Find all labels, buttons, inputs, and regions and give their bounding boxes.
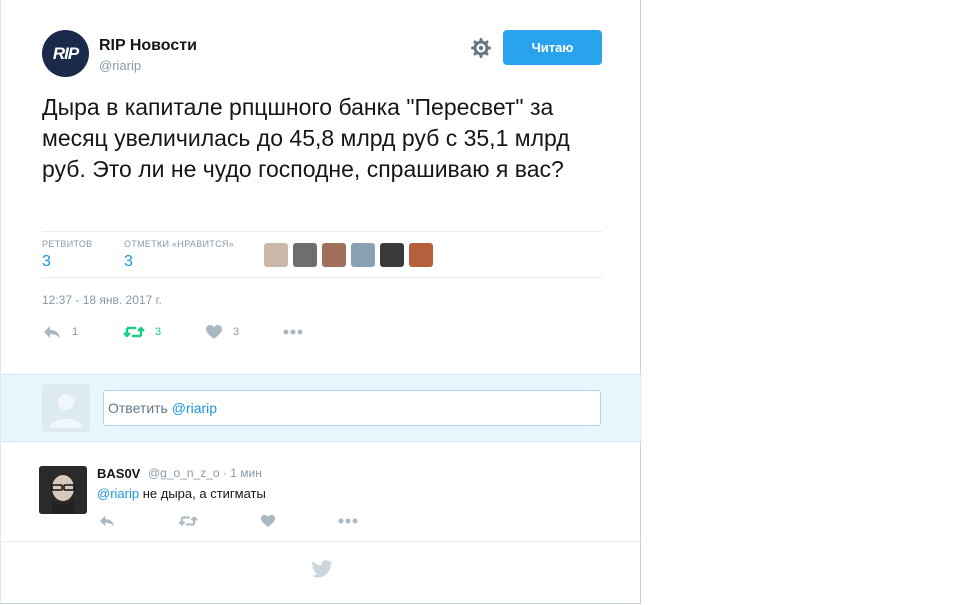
- reply-body: не дыра, а стигматы: [142, 486, 266, 501]
- reply-input-mention: @riarip: [171, 400, 218, 416]
- reply-author-avatar[interactable]: [39, 466, 87, 514]
- reply-icon[interactable]: [98, 514, 116, 528]
- author-avatar[interactable]: RIP: [42, 30, 89, 77]
- user-placeholder-icon: [42, 384, 90, 432]
- reply-meta[interactable]: @g_o_n_z_o · 1 мин: [148, 466, 262, 480]
- liker-avatar[interactable]: [380, 243, 404, 267]
- liker-avatar[interactable]: [293, 243, 317, 267]
- likes-label: ОТМЕТКИ «НРАВИТСЯ»: [124, 239, 234, 249]
- divider: [42, 277, 602, 278]
- likes-count[interactable]: 3: [124, 253, 133, 271]
- avatar-logo-text: RIP: [52, 43, 79, 63]
- reply-action[interactable]: 1: [42, 324, 78, 340]
- tweet-text: Дыра в капитале рпцшного банка "Пересвет…: [42, 94, 570, 182]
- more-icon[interactable]: [283, 328, 303, 336]
- gear-icon[interactable]: [471, 38, 491, 58]
- like-action[interactable]: 3: [205, 324, 239, 340]
- reply-text: @riarip не дыра, а стигматы: [97, 486, 266, 501]
- liker-avatars: [264, 243, 438, 267]
- retweets-count[interactable]: 3: [42, 253, 51, 271]
- retweet-icon[interactable]: [178, 514, 198, 528]
- liker-avatar[interactable]: [409, 243, 433, 267]
- reply-count: 1: [72, 326, 79, 338]
- more-icon[interactable]: [338, 517, 358, 525]
- retweet-action[interactable]: 3: [123, 324, 161, 340]
- reply-input-prefix: Ответить: [108, 400, 168, 416]
- divider: [1, 541, 642, 542]
- retweets-label: РЕТВИТОВ: [42, 239, 93, 249]
- retweet-count: 3: [155, 326, 162, 338]
- author-handle[interactable]: @riarip: [99, 58, 141, 73]
- reply-input[interactable]: Ответить @riarip: [103, 390, 601, 426]
- liker-avatar[interactable]: [322, 243, 346, 267]
- reply-mention[interactable]: @riarip: [97, 486, 139, 501]
- reply-icon: [44, 326, 60, 338]
- heart-icon[interactable]: [260, 514, 276, 528]
- divider: [42, 231, 602, 232]
- reply-author-name[interactable]: BAS0V: [97, 466, 140, 481]
- heart-icon: [206, 325, 222, 339]
- retweet-icon: [123, 326, 145, 338]
- liker-avatar[interactable]: [351, 243, 375, 267]
- twitter-bird-icon[interactable]: [311, 560, 333, 578]
- tweet-card: RIP RIP Новости @riarip Читаю Дыра в кап…: [0, 0, 642, 604]
- avatar-photo: [39, 466, 87, 514]
- liker-avatar[interactable]: [264, 243, 288, 267]
- tweet-timestamp[interactable]: 12:37 - 18 янв. 2017 г.: [42, 293, 162, 307]
- author-name[interactable]: RIP Новости: [99, 37, 197, 55]
- follow-button[interactable]: Читаю: [503, 30, 602, 65]
- like-count: 3: [233, 326, 240, 338]
